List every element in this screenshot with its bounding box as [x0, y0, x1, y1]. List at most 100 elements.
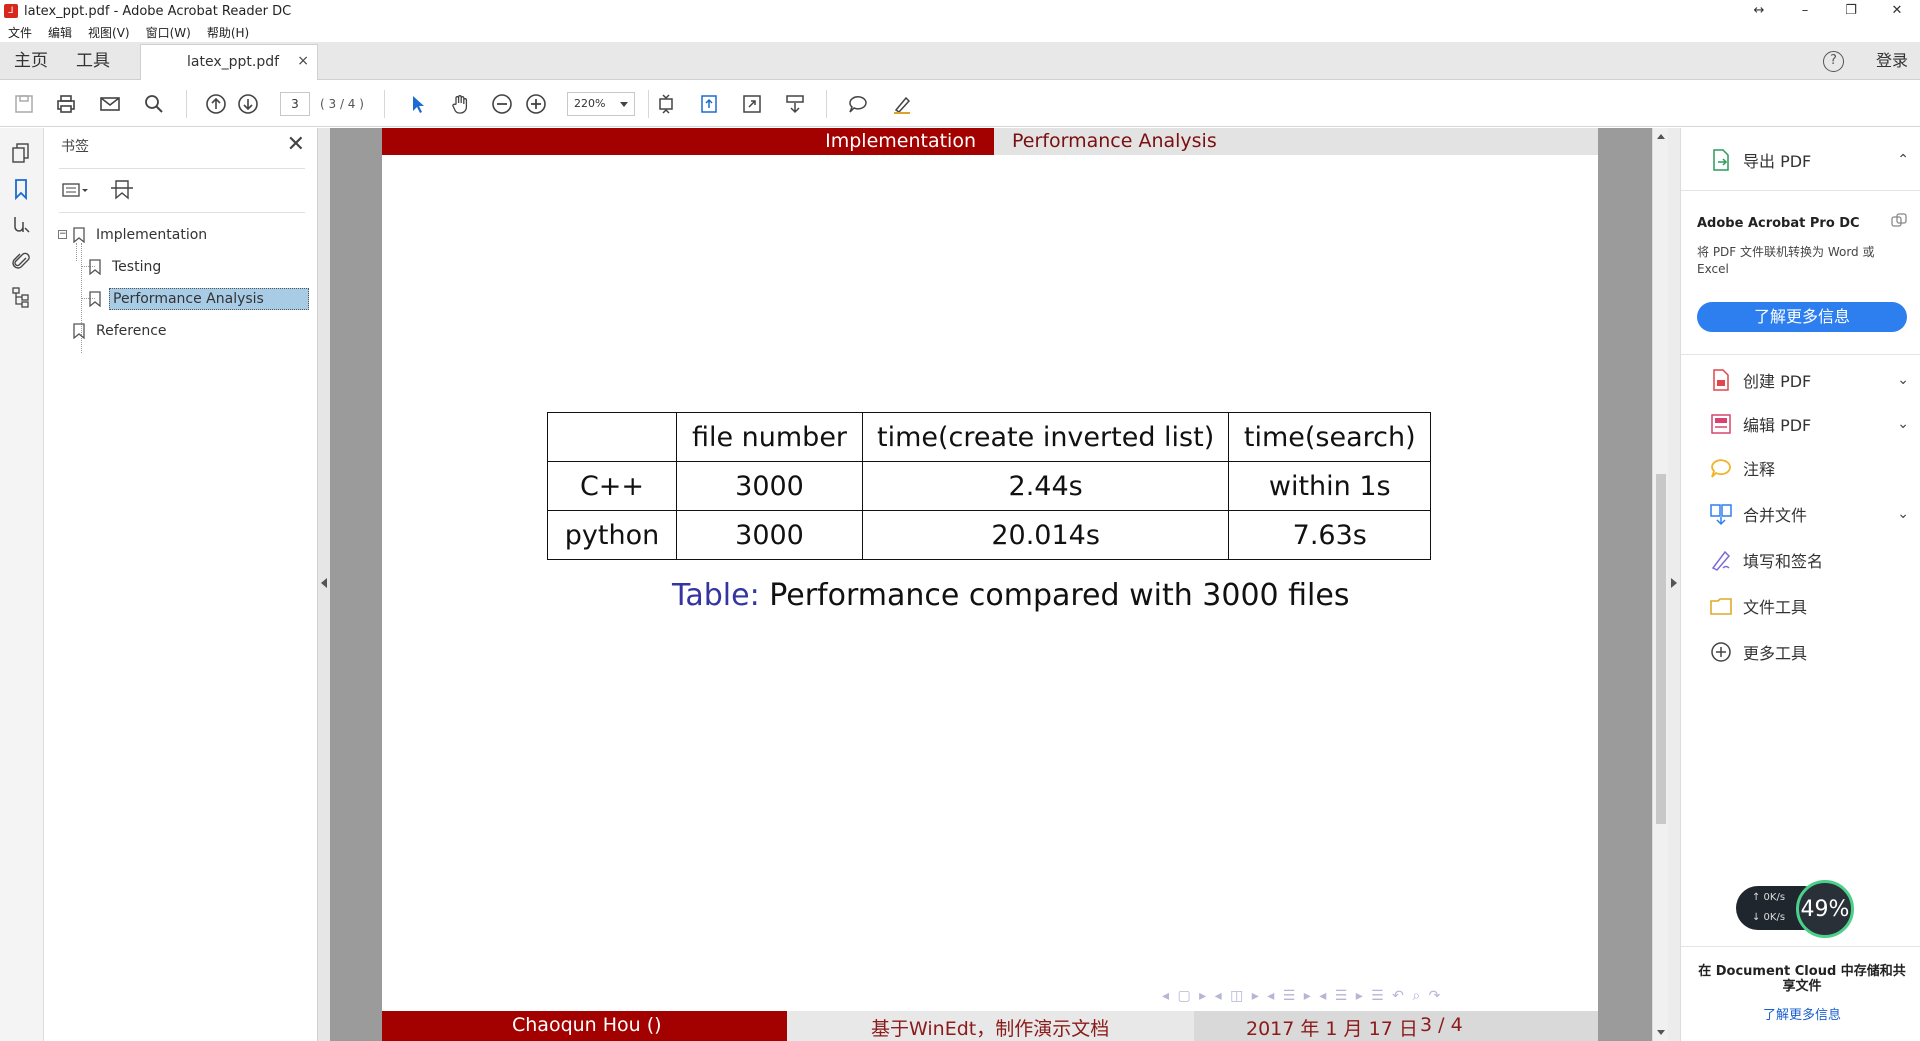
collapse-left-panel-handle[interactable] [318, 128, 330, 1041]
print-icon[interactable] [54, 92, 78, 116]
scroll-down-icon[interactable] [1657, 1030, 1665, 1035]
footer-date-box: 2017 年 1 月 17 日 3 / 4 [1194, 1011, 1598, 1041]
maximize-button[interactable]: ❐ [1828, 0, 1874, 22]
menu-file[interactable]: 文件 [8, 24, 32, 41]
beamer-navigation-symbols[interactable]: ◂ ▢ ▸ ◂ ◫ ▸ ◂ ☰ ▸ ◂ ☰ ▸ ☰ ↶ ⌕ ↷ [1162, 988, 1442, 1008]
document-cloud-learn-more-link[interactable]: 了解更多信息 [1697, 1004, 1907, 1023]
panel-divider [59, 212, 305, 213]
minimize-button[interactable]: – [1782, 0, 1828, 22]
footer-author: Chaoqun Hou () [512, 1014, 662, 1036]
fit-page-icon[interactable] [654, 92, 678, 116]
restore-arrows-icon[interactable]: ↔ [1736, 0, 1782, 22]
tab-home[interactable]: 主页 [14, 42, 48, 80]
search-icon[interactable] [142, 92, 166, 116]
tab-bar: 主页 工具 latex_ppt.pdf × ? 登录 [0, 42, 1920, 80]
table-header-cell: file number [676, 412, 863, 462]
document-viewport[interactable]: Implementation Performance Analysis file… [330, 128, 1652, 1041]
more-tools-tool[interactable]: 更多工具 [1709, 638, 1909, 666]
fill-sign-pen-icon [1709, 548, 1733, 572]
zoom-level-select[interactable]: 220% [567, 92, 635, 116]
scroll-up-icon[interactable] [1657, 134, 1665, 139]
bookmark-implementation[interactable]: Implementation [73, 222, 210, 248]
save-icon[interactable] [12, 92, 36, 116]
learn-more-button[interactable]: 了解更多信息 [1697, 302, 1907, 332]
footer-title: 基于WinEdt，制作演示文档 [871, 1018, 1110, 1040]
collapse-right-panel-handle[interactable] [1668, 128, 1680, 1041]
upload-rate: ↑ 0K/s [1752, 892, 1786, 903]
table-row: python 3000 20.014s 7.63s [547, 510, 1432, 560]
page-thumbnails-icon[interactable] [10, 142, 34, 166]
chevron-down-icon[interactable]: ⌄ [1897, 372, 1909, 388]
bookmark-testing[interactable]: Testing [89, 254, 164, 280]
footer-date: 2017 年 1 月 17 日 [1246, 1018, 1418, 1040]
rotate-view-icon[interactable] [697, 92, 721, 116]
full-screen-icon[interactable] [740, 92, 764, 116]
create-pdf-tool[interactable]: 创建 PDF ⌄ [1709, 366, 1909, 394]
tab-document[interactable]: latex_ppt.pdf × [140, 44, 318, 80]
panel-divider [1681, 946, 1920, 947]
collapse-toggle[interactable]: − [58, 230, 67, 239]
highlight-pen-icon[interactable] [890, 92, 914, 116]
chevron-left-icon [321, 578, 327, 588]
chevron-down-icon[interactable]: ⌄ [1897, 506, 1909, 522]
menu-edit[interactable]: 编辑 [48, 24, 72, 41]
performance-table: file number time(create inverted list) t… [547, 412, 1432, 560]
select-cursor-icon[interactable] [406, 92, 430, 116]
signature-panel-icon[interactable] [10, 214, 34, 238]
zoom-in-icon[interactable] [524, 92, 548, 116]
previous-page-icon[interactable] [204, 92, 228, 116]
combine-files-tool[interactable]: 合并文件 ⌄ [1709, 500, 1909, 528]
scroll-thumb[interactable] [1656, 474, 1666, 824]
login-button[interactable]: 登录 [1876, 42, 1908, 80]
combine-files-icon [1709, 502, 1733, 526]
next-page-icon[interactable] [236, 92, 260, 116]
zoom-level-value: 220% [574, 97, 606, 110]
close-tab-icon[interactable]: × [297, 53, 309, 69]
read-mode-icon[interactable] [783, 92, 807, 116]
copy-link-icon[interactable] [1890, 212, 1908, 230]
attachments-icon[interactable] [10, 250, 34, 274]
bookmark-label: Implementation [96, 227, 208, 243]
table-cell: 20.014s [861, 510, 1230, 560]
bookmark-icon [89, 291, 101, 307]
menu-view[interactable]: 视图(V) [88, 24, 130, 41]
comment-icon[interactable] [846, 92, 870, 116]
table-cell: 7.63s [1228, 510, 1432, 560]
toolbar-divider [186, 90, 187, 118]
page-number-input[interactable]: 3 [280, 92, 310, 116]
chevron-down-icon[interactable]: ⌄ [1897, 416, 1909, 432]
bookmark-label: Performance Analysis [109, 288, 309, 310]
export-pdf-tool[interactable]: 导出 PDF ⌃ [1709, 146, 1909, 174]
plus-circle-icon [1709, 640, 1733, 664]
close-panel-icon[interactable]: ✕ [287, 132, 305, 157]
navigation-rail [0, 128, 44, 1041]
hand-tool-icon[interactable] [448, 92, 472, 116]
edit-pdf-icon [1709, 412, 1733, 436]
pdf-page: Implementation Performance Analysis file… [382, 128, 1598, 1041]
file-tools-tool[interactable]: 文件工具 [1709, 592, 1909, 620]
bookmark-reference[interactable]: Reference [73, 318, 170, 344]
bookmarks-icon[interactable] [10, 178, 34, 202]
table-cell: 3000 [676, 510, 863, 560]
network-speed-widget[interactable]: ↑ 0K/s ↓ 0K/s 49% [1736, 880, 1854, 938]
bookmark-options-icon[interactable] [61, 178, 91, 202]
tab-tools[interactable]: 工具 [76, 42, 110, 80]
window-controls: ↔ – ❐ ✕ [1736, 0, 1920, 22]
help-icon[interactable]: ? [1823, 51, 1844, 72]
close-window-button[interactable]: ✕ [1874, 0, 1920, 22]
panel-divider [59, 168, 305, 169]
document-tab-label: latex_ppt.pdf [187, 54, 280, 70]
new-bookmark-icon[interactable] [107, 178, 137, 202]
zoom-out-icon[interactable] [490, 92, 514, 116]
menu-window[interactable]: 窗口(W) [146, 24, 191, 41]
edit-pdf-tool[interactable]: 编辑 PDF ⌄ [1709, 410, 1909, 438]
vertical-scrollbar[interactable] [1652, 128, 1668, 1041]
email-icon[interactable] [98, 92, 122, 116]
bookmark-performance-analysis[interactable]: Performance Analysis [89, 286, 309, 312]
menu-help[interactable]: 帮助(H) [207, 24, 249, 41]
content-tree-icon[interactable] [10, 286, 34, 310]
comment-tool[interactable]: 注释 [1709, 454, 1909, 482]
chevron-up-icon[interactable]: ⌃ [1897, 152, 1909, 168]
caption-text: Performance compared with 3000 files [769, 578, 1350, 613]
fill-sign-tool[interactable]: 填写和签名 [1709, 546, 1909, 574]
